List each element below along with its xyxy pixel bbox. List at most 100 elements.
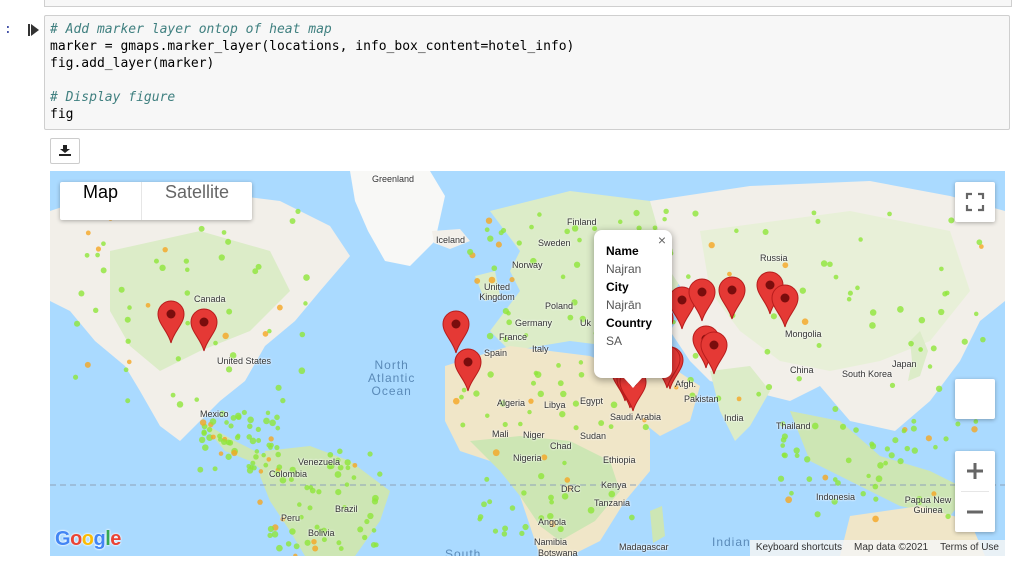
heat-point [452,397,460,405]
heat-point [796,375,802,382]
info-country-value: SA [606,334,623,348]
heat-point [509,505,516,511]
heat-point [487,499,493,505]
heat-point [573,261,581,268]
heat-point [897,458,904,465]
cell-prompt: : [4,22,12,37]
heat-point [765,383,773,391]
google-logo[interactable]: Google [55,528,121,551]
heat-point [548,494,554,501]
heat-point [492,528,499,534]
heat-point [973,311,979,317]
heat-point [814,511,821,518]
heat-point [662,216,667,222]
heat-point [559,411,566,418]
heat-point [307,505,313,511]
map-view[interactable]: Greenland Finland Iceland Sweden Norway Russi… [50,171,1005,556]
country-label: Saudi Arabia [610,412,662,422]
heat-point [371,528,377,533]
country-label: Russia [760,253,788,263]
code-cell[interactable]: # Add marker layer ontop of heat map mar… [44,15,1010,130]
heat-point [125,338,131,344]
close-icon[interactable]: × [658,232,666,248]
country-label: Colombia [269,469,308,479]
heat-point [183,258,190,264]
heat-point [789,490,794,496]
map-type-map-button[interactable]: Map [60,182,141,220]
heat-point [93,307,99,313]
country-label: Venezuela [298,457,341,467]
run-cell-icon[interactable] [28,23,40,37]
heat-point [276,544,283,552]
heat-point [125,398,131,404]
map-type-satellite-button[interactable]: Satellite [141,182,252,220]
country-label: Uk [580,318,591,328]
heat-point [815,218,821,224]
heat-point [948,217,955,224]
heat-point [254,449,260,454]
heat-point [484,227,490,233]
heat-point [794,453,800,459]
terms-of-use-link[interactable]: Terms of Use [934,540,1005,556]
heat-point [572,400,580,407]
heat-point [477,516,483,522]
heat-point [197,466,204,473]
country-label: Namibia [534,537,568,547]
heat-point [95,252,100,258]
heat-point [832,406,839,412]
heat-point [557,380,564,387]
heat-point [860,491,866,497]
heat-point [298,367,306,375]
heat-point [833,274,839,280]
heat-point [944,290,950,296]
heat-point [344,459,351,466]
zoom-in-button[interactable] [955,451,995,491]
heat-point [304,539,311,546]
heat-point [234,434,241,441]
heat-point [816,343,822,349]
previous-cell-bottom [44,0,1012,7]
heat-point [246,434,252,440]
heat-point [72,374,79,380]
heat-point [806,476,813,482]
heat-point [201,429,207,435]
heat-point [252,268,259,275]
heat-point [869,441,875,447]
country-label: United States [217,356,272,366]
heat-point [351,475,357,480]
heat-point [78,290,85,297]
country-label: Sudan [580,431,607,441]
heat-point [793,447,800,454]
heat-point [334,471,342,478]
heat-point [873,496,879,502]
heat-point [176,401,184,408]
heat-point [560,274,566,280]
heat-point [869,309,877,316]
heat-point [820,260,828,267]
country-label: Ethiopia [603,455,636,465]
heat-point [573,425,579,431]
code-editor[interactable]: # Add marker layer ontop of heat map mar… [50,21,574,123]
heat-point [528,398,534,404]
heat-point [927,364,933,369]
map-data-text: Map data ©2021 [854,542,929,553]
heat-point [367,512,374,520]
download-button[interactable] [50,138,80,164]
heat-point [257,499,263,505]
keyboard-shortcuts-link[interactable]: Keyboard shortcuts [750,540,848,556]
heat-point [502,525,509,532]
heat-point [918,347,923,352]
heat-point [516,240,522,246]
heat-point [780,437,787,443]
heat-point [562,460,567,466]
country-label: Italy [532,344,549,354]
ocean-label: South [445,547,482,557]
heat-point [537,390,545,398]
heat-point [770,313,777,320]
street-view-control[interactable] [955,379,995,419]
zoom-out-button[interactable] [955,492,995,532]
heat-point [875,475,883,483]
fullscreen-button[interactable] [955,182,995,222]
heat-point [241,409,247,416]
heat-point [633,209,640,217]
